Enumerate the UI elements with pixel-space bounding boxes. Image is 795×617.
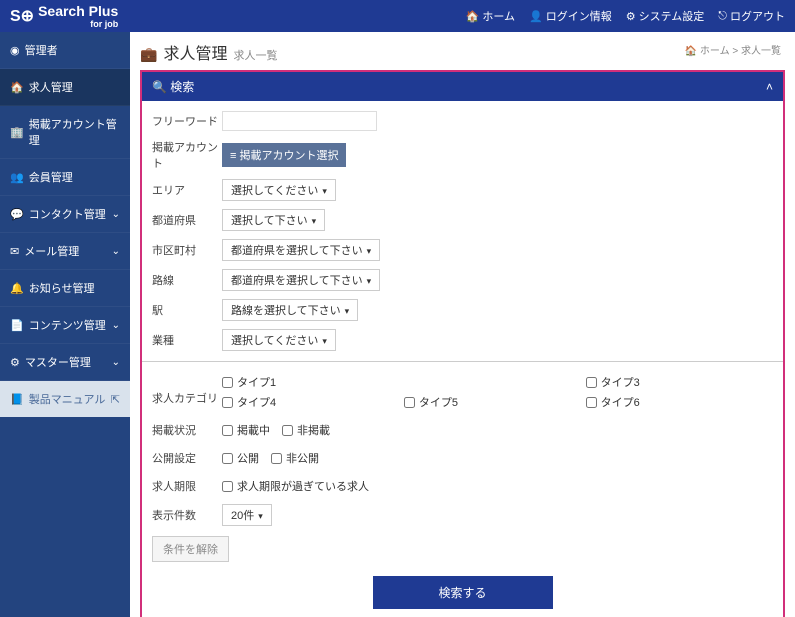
category-label: 求人カテゴリ xyxy=(152,372,222,406)
chevron-down-icon: ⌄ xyxy=(112,320,120,331)
station-select[interactable]: 路線を選択して下さい▾ xyxy=(222,299,358,321)
post-off-checkbox[interactable]: 非掲載 xyxy=(282,420,330,440)
breadcrumb: 🏠 ホーム > 求人一覧 xyxy=(685,42,781,57)
nav-home[interactable]: 🏠 ホーム xyxy=(466,8,515,24)
building-icon: 🏢 xyxy=(10,126,24,139)
clear-button[interactable]: 条件を解除 xyxy=(152,536,229,562)
home-icon: 🏠 xyxy=(685,46,697,57)
logout-icon: ⎋ xyxy=(718,10,727,23)
chevron-down-icon: ⌄ xyxy=(112,357,120,368)
caret-down-icon: ▾ xyxy=(322,336,327,346)
chevron-down-icon: ⌄ xyxy=(112,209,120,220)
top-nav: 🏠 ホーム 👤 ログイン情報 ⚙ システム設定 ⎋ ログアウト xyxy=(466,8,785,24)
home-icon: 🏠 xyxy=(466,10,480,23)
caret-down-icon: ▾ xyxy=(312,216,317,226)
book-icon: 📘 xyxy=(10,393,24,406)
type3-checkbox[interactable]: タイプ3 xyxy=(586,372,768,392)
city-select[interactable]: 都道府県を選択して下さい▾ xyxy=(222,239,380,261)
industry-select[interactable]: 選択してください▾ xyxy=(222,329,336,351)
type6-checkbox[interactable]: タイプ6 xyxy=(586,392,768,412)
area-label: エリア xyxy=(152,182,222,198)
briefcase-icon: 💼 xyxy=(140,46,157,63)
home-icon: 🏠 xyxy=(10,81,24,94)
industry-label: 業種 xyxy=(152,332,222,348)
users-icon: 👥 xyxy=(10,171,24,184)
post-status-label: 掲載状況 xyxy=(152,422,222,438)
search-icon: 🔍 xyxy=(152,80,167,94)
section-divider xyxy=(142,361,783,362)
sidebar-item-mail[interactable]: ✉ メール管理 ⌄ xyxy=(0,233,130,270)
freeword-label: フリーワード xyxy=(152,113,222,129)
main-content: 🏠 ホーム > 求人一覧 💼 求人管理 求人一覧 🔍 検索 ˄ フリーワード xyxy=(130,32,795,617)
search-body: フリーワード 掲載アカウント ≡ 掲載アカウント選択 エリア 選択してください▾… xyxy=(142,101,783,617)
logo-subtext: for job xyxy=(38,19,118,29)
line-select[interactable]: 都道府県を選択して下さい▾ xyxy=(222,269,380,291)
publish-on-checkbox[interactable]: 公開 xyxy=(222,448,259,468)
caret-down-icon: ▾ xyxy=(322,186,327,196)
area-select[interactable]: 選択してください▾ xyxy=(222,179,336,201)
expire-checkbox[interactable]: 求人期限が過ぎている求人 xyxy=(222,476,773,496)
type1-checkbox[interactable]: タイプ1 xyxy=(222,372,404,392)
type5-checkbox[interactable]: タイプ5 xyxy=(404,392,586,412)
cog-icon: ⚙ xyxy=(10,356,20,369)
envelope-icon: ✉ xyxy=(10,245,19,258)
nav-system[interactable]: ⚙ システム設定 xyxy=(626,8,705,24)
file-icon: 📄 xyxy=(10,319,24,332)
account-select-button[interactable]: ≡ 掲載アカウント選択 xyxy=(222,143,346,167)
logo: S⊕ Search Plus for job xyxy=(10,4,118,29)
comment-icon: 💬 xyxy=(10,208,24,221)
list-icon: ≡ xyxy=(230,150,236,162)
pref-select[interactable]: 選択して下さい▾ xyxy=(222,209,325,231)
collapse-icon[interactable]: ˄ xyxy=(766,80,773,94)
sidebar-item-accounts[interactable]: 🏢 掲載アカウント管理 xyxy=(0,106,130,159)
user-icon: ◉ xyxy=(10,44,20,57)
bell-icon: 🔔 xyxy=(10,282,24,295)
sidebar-item-admin[interactable]: ◉ 管理者 xyxy=(0,32,130,69)
per-page-select[interactable]: 20件▾ xyxy=(222,504,272,526)
search-submit-button[interactable]: 検索する xyxy=(373,576,553,609)
city-label: 市区町村 xyxy=(152,242,222,258)
sidebar-item-contact[interactable]: 💬 コンタクト管理 ⌄ xyxy=(0,196,130,233)
caret-down-icon: ▾ xyxy=(345,306,350,316)
sidebar: ◉ 管理者 🏠 求人管理 🏢 掲載アカウント管理 👥 会員管理 💬 コンタクト管… xyxy=(0,32,130,617)
caret-down-icon: ▾ xyxy=(367,246,372,256)
logo-text: Search Plus xyxy=(38,3,118,19)
post-on-checkbox[interactable]: 掲載中 xyxy=(222,420,270,440)
line-label: 路線 xyxy=(152,272,222,288)
expire-label: 求人期限 xyxy=(152,478,222,494)
sidebar-item-master[interactable]: ⚙ マスター管理 ⌄ xyxy=(0,344,130,381)
publish-label: 公開設定 xyxy=(152,450,222,466)
logo-mark-icon: S⊕ xyxy=(10,6,34,26)
search-panel: 🔍 検索 ˄ フリーワード 掲載アカウント ≡ 掲載アカウント選択 エリア 選択… xyxy=(140,70,785,617)
per-page-label: 表示件数 xyxy=(152,507,222,523)
nav-logout[interactable]: ⎋ ログアウト xyxy=(718,8,785,24)
freeword-input[interactable] xyxy=(222,111,377,131)
search-panel-header[interactable]: 🔍 検索 ˄ xyxy=(142,72,783,101)
caret-down-icon: ▾ xyxy=(367,276,372,286)
sidebar-item-jobs[interactable]: 🏠 求人管理 xyxy=(0,69,130,106)
sidebar-item-content[interactable]: 📄 コンテンツ管理 ⌄ xyxy=(0,307,130,344)
user-icon: 👤 xyxy=(529,10,543,23)
type4-checkbox[interactable]: タイプ4 xyxy=(222,392,404,412)
account-label: 掲載アカウント xyxy=(152,139,222,171)
publish-off-checkbox[interactable]: 非公開 xyxy=(271,448,319,468)
gear-icon: ⚙ xyxy=(626,10,636,23)
station-label: 駅 xyxy=(152,302,222,318)
top-header: S⊕ Search Plus for job 🏠 ホーム 👤 ログイン情報 ⚙ … xyxy=(0,0,795,32)
sidebar-manual-link[interactable]: 📘 製品マニュアル ⇱ xyxy=(0,381,130,417)
sidebar-item-notice[interactable]: 🔔 お知らせ管理 xyxy=(0,270,130,307)
caret-down-icon: ▾ xyxy=(258,511,263,521)
pref-label: 都道府県 xyxy=(152,212,222,228)
nav-login-info[interactable]: 👤 ログイン情報 xyxy=(529,8,612,24)
chevron-down-icon: ⌄ xyxy=(112,246,120,257)
external-link-icon: ⇱ xyxy=(111,393,120,406)
sidebar-item-members[interactable]: 👥 会員管理 xyxy=(0,159,130,196)
